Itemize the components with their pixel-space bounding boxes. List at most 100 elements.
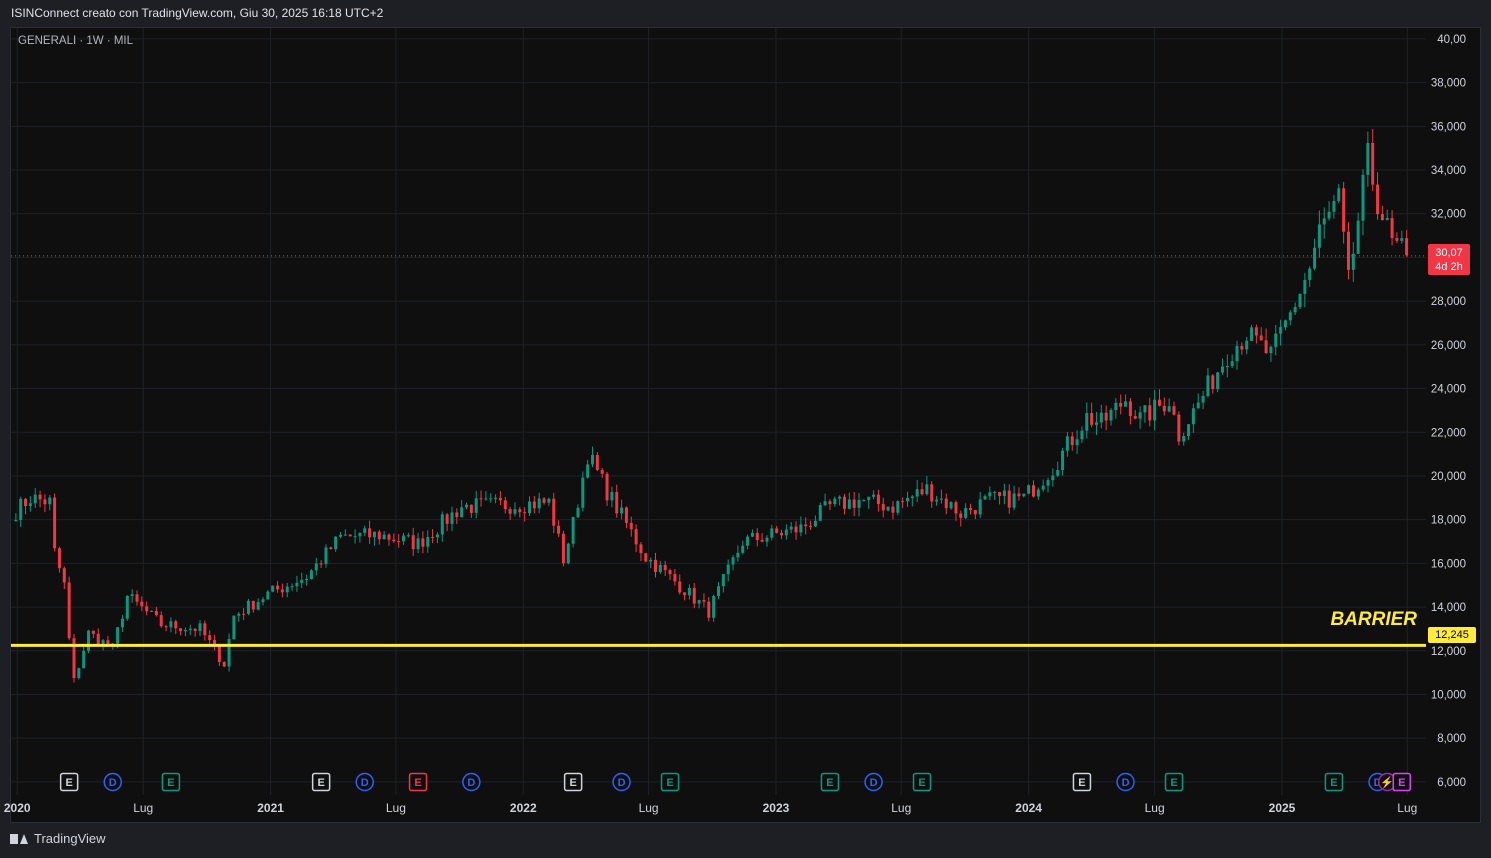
candle-body	[755, 532, 759, 540]
y-axis-labels: 6,000 8,000 10,000 12,000 14,000 16,000 18,000…	[1431, 34, 1466, 789]
candle-body	[256, 602, 260, 610]
candle-body	[402, 535, 406, 542]
candle-body	[1094, 422, 1098, 425]
candle-body	[959, 513, 963, 518]
x-tick-label: Lug	[133, 801, 153, 815]
candle-body	[1114, 402, 1118, 411]
event-letter: E	[1398, 777, 1405, 789]
event-marker-earnings[interactable]: E	[820, 772, 840, 792]
event-marker-earnings[interactable]: E	[59, 772, 79, 792]
event-marker-dividend[interactable]: D	[462, 772, 481, 792]
event-marker-earnings[interactable]: E	[563, 772, 583, 792]
candle-body	[973, 510, 977, 515]
candle-body	[300, 579, 304, 583]
candle-body	[469, 504, 473, 513]
event-marker-dividend[interactable]: D	[612, 772, 631, 792]
candle-body	[435, 534, 439, 538]
candle-body	[673, 574, 677, 582]
candle-body	[775, 528, 779, 533]
candle-body	[494, 497, 498, 499]
candle-body	[91, 630, 95, 634]
candle-body	[503, 500, 507, 510]
x-tick-label: 2020	[4, 801, 31, 815]
y-tick-label: 32,000	[1431, 209, 1466, 221]
candle-body	[1298, 293, 1302, 307]
event-letter: E	[826, 777, 833, 789]
candle-body	[348, 534, 352, 537]
candle-body	[1385, 218, 1389, 221]
y-tick-label: 40,00	[1437, 34, 1466, 46]
candle-body	[847, 499, 851, 509]
candle-body	[842, 496, 846, 509]
candle-body	[857, 500, 861, 508]
candle-body	[1332, 201, 1336, 212]
candle-body	[460, 507, 464, 518]
candlestick-chart[interactable]: 6,000 8,000 10,000 12,000 14,000 16,000 18,000…	[0, 0, 1491, 858]
candle-body	[649, 559, 653, 562]
candle-body	[964, 508, 968, 518]
candle-body	[174, 621, 178, 629]
candle-body	[654, 559, 658, 573]
candle-body	[978, 499, 982, 515]
candle-body	[1230, 361, 1234, 367]
candle-body	[1405, 238, 1409, 256]
symbol-legend[interactable]: GENERALI · 1W · MIL	[18, 35, 133, 47]
event-marker-earnings[interactable]: E	[161, 772, 181, 792]
candle-body	[38, 494, 42, 500]
candle-body	[1002, 490, 1006, 497]
candle-body	[387, 534, 391, 540]
candle-body	[1138, 412, 1142, 419]
candle-body	[765, 537, 769, 542]
candle-body	[915, 489, 919, 497]
candle-body	[1327, 211, 1331, 219]
candle-body	[237, 613, 241, 616]
candle-body	[324, 547, 328, 564]
candle-body	[1308, 268, 1312, 280]
event-marker-earnings[interactable]: E	[1072, 772, 1092, 792]
event-marker-earnings[interactable]: E	[408, 772, 428, 792]
candle-body	[67, 582, 71, 639]
candle-body	[707, 601, 711, 618]
candle-body	[48, 497, 52, 505]
event-marker-dividend[interactable]: D	[355, 772, 374, 792]
candle-body	[406, 535, 410, 537]
tradingview-icon	[10, 833, 28, 845]
event-marker-dividend[interactable]: D	[1116, 772, 1135, 792]
candle-body	[1036, 489, 1040, 497]
barrier-annotation: BARRIER	[1330, 609, 1417, 630]
candle-body	[939, 498, 943, 500]
candle-body	[445, 514, 449, 524]
event-marker-earnings[interactable]: E	[1392, 772, 1412, 792]
candle-body	[983, 496, 987, 500]
candle-body	[1201, 395, 1205, 403]
event-marker-dividend[interactable]: D	[103, 772, 123, 792]
candle-body	[1288, 312, 1292, 321]
event-letter: D	[1122, 777, 1130, 789]
y-tick-label: 14,000	[1431, 602, 1466, 614]
candle-body	[358, 532, 362, 537]
event-marker-earnings[interactable]: E	[1324, 772, 1344, 792]
candle-body	[1172, 406, 1176, 415]
candle-body	[663, 564, 667, 571]
candle-body	[1065, 436, 1069, 451]
candle-body	[1153, 399, 1157, 421]
y-tick-label: 38,000	[1431, 78, 1466, 90]
event-marker-earnings[interactable]: E	[1164, 772, 1184, 792]
event-letter: D	[361, 777, 369, 789]
candle-body	[988, 492, 992, 497]
candle-body	[726, 564, 730, 575]
candle-body	[1075, 439, 1079, 446]
candle-body	[770, 528, 774, 538]
candle-body	[750, 532, 754, 537]
candle-body	[479, 498, 483, 500]
event-marker-earnings[interactable]: E	[311, 772, 331, 792]
candle-body	[629, 522, 633, 530]
candle-body	[838, 496, 842, 499]
candle-body	[261, 599, 265, 603]
candle-body	[285, 586, 289, 593]
candle-body	[818, 505, 822, 521]
tradingview-logo[interactable]: TradingView	[10, 831, 106, 846]
event-marker-earnings[interactable]: E	[660, 772, 680, 792]
event-marker-dividend[interactable]: D	[864, 772, 883, 792]
event-marker-earnings[interactable]: E	[912, 772, 932, 792]
